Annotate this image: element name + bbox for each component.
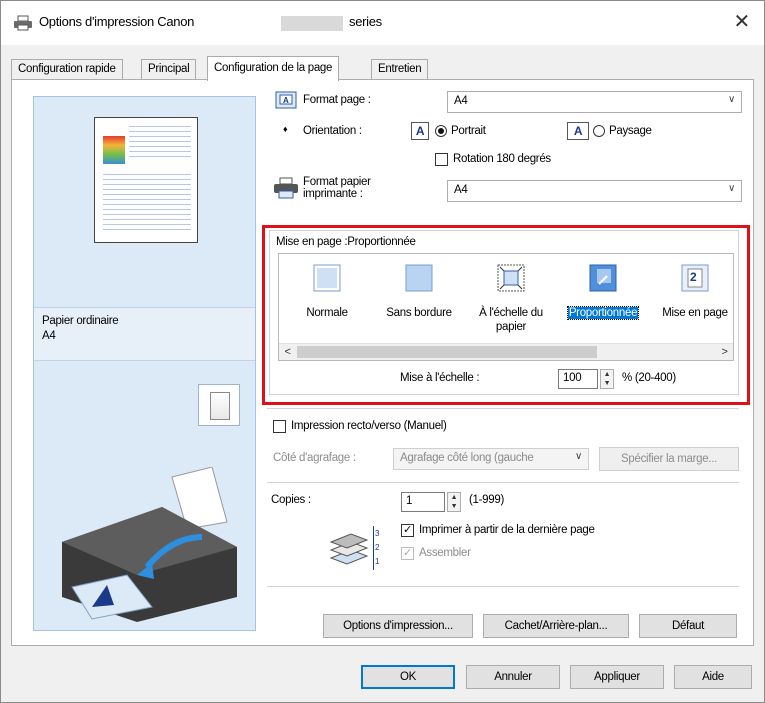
portrait-radio[interactable]: [435, 125, 447, 137]
preview-image-block: [103, 136, 125, 164]
svg-text:3: 3: [375, 529, 380, 538]
settings-column: A Format page : A4 ∨ ♦ Orientation : A Po…: [267, 80, 747, 645]
layout-scaled-icon: [589, 264, 617, 292]
page-layout-title: Mise en page :Proportionnée: [276, 236, 416, 248]
duplex-checkbox[interactable]: [273, 420, 286, 433]
defaults-button[interactable]: Défaut: [639, 614, 737, 638]
redacted-model-name: [281, 16, 343, 31]
stamp-background-button[interactable]: Cachet/Arrière-plan...: [483, 614, 629, 638]
layout-item-label: Sans bordure: [386, 307, 452, 319]
copies-range-text: (1-999): [469, 494, 504, 506]
landscape-orientation-icon: A: [567, 122, 589, 140]
scaling-range-text: % (20-400): [622, 372, 676, 384]
print-options-button[interactable]: Options d'impression...: [323, 614, 473, 638]
window-title-suffix: series: [349, 14, 382, 29]
stapling-side-label: Côté d'agrafage :: [273, 452, 356, 464]
layout-item-label: Proportionnée: [566, 306, 640, 320]
layout-item-borderless[interactable]: Sans bordure: [375, 260, 463, 342]
reverse-order-checkbox[interactable]: ✓: [401, 524, 414, 537]
page-preview-thumbnail: [94, 117, 198, 243]
collate-checkbox[interactable]: ✓: [401, 547, 414, 560]
printer-icon: [14, 15, 32, 31]
orientation-label: Orientation :: [303, 125, 362, 137]
layout-borderless-icon: [405, 264, 433, 292]
scaling-label: Mise à l'échelle :: [400, 372, 480, 384]
layout-horizontal-scrollbar[interactable]: < >: [279, 343, 733, 360]
layout-normal-icon: [313, 264, 341, 292]
page-setup-panel: Papier ordinaire A4 A Format page : A4 ∨…: [11, 79, 754, 646]
layout-item-page-layout[interactable]: 2 Mise en page: [651, 260, 733, 342]
apply-button[interactable]: Appliquer: [570, 665, 664, 689]
layout-item-scaled[interactable]: Proportionnée: [559, 260, 647, 342]
rotate-180-label[interactable]: Rotation 180 degrés: [453, 153, 551, 165]
page-size-label: Format page :: [303, 94, 371, 106]
copies-stepper-icon[interactable]: ▲ ▼: [447, 492, 461, 512]
chevron-down-icon: ∨: [727, 183, 735, 194]
stapling-side-select[interactable]: Agrafage côté long (gauche ∨: [393, 448, 589, 470]
svg-text:2: 2: [375, 543, 380, 552]
landscape-radio[interactable]: [593, 125, 605, 137]
scrollbar-thumb[interactable]: [297, 346, 597, 358]
scroll-left-icon[interactable]: <: [279, 344, 296, 360]
tab-main[interactable]: Principal: [141, 59, 197, 80]
collate-pages-icon: 3 2 1: [329, 526, 380, 570]
printer-illustration-icon: [62, 467, 237, 622]
svg-text:1: 1: [375, 557, 380, 566]
svg-text:A: A: [283, 96, 289, 105]
landscape-label[interactable]: Paysage: [609, 125, 652, 137]
printer-paper-size-label: Format papier imprimante :: [303, 176, 371, 200]
copies-label: Copies :: [271, 494, 311, 506]
title-bar: Options d'impression Canon series ✕: [1, 1, 764, 45]
portrait-label[interactable]: Portrait: [451, 125, 486, 137]
help-button[interactable]: Aide: [674, 665, 752, 689]
preview-area: Papier ordinaire A4: [33, 96, 256, 631]
layout-item-label: À l'échelle du papier: [479, 307, 543, 333]
collate-label[interactable]: Assembler: [419, 547, 471, 559]
layout-item-normal[interactable]: Normale: [283, 260, 371, 342]
layout-item-fit-to-page[interactable]: À l'échelle du papier: [467, 260, 555, 342]
tab-quick-setup[interactable]: Configuration rapide: [11, 59, 123, 80]
window-title: Options d'impression Canon: [39, 14, 195, 29]
printer-paper-size-select[interactable]: A4 ∨: [447, 180, 742, 202]
cancel-button[interactable]: Annuler: [466, 665, 560, 689]
layout-item-label: Normale: [306, 307, 348, 319]
scaling-stepper-icon[interactable]: ▲ ▼: [600, 369, 614, 389]
duplex-label[interactable]: Impression recto/verso (Manuel): [291, 420, 447, 432]
rotate-180-checkbox[interactable]: [435, 153, 448, 166]
layout-pages-count: 2: [690, 270, 697, 284]
specify-margin-button[interactable]: Spécifier la marge...: [599, 447, 739, 471]
paper-source-icon[interactable]: [198, 384, 240, 426]
chevron-down-icon: ∨: [727, 94, 735, 105]
layout-item-label: Mise en page: [662, 307, 728, 319]
media-size-text: A4: [42, 330, 56, 342]
media-type-text: Papier ordinaire: [42, 315, 119, 327]
reverse-order-label[interactable]: Imprimer à partir de la dernière page: [419, 524, 595, 536]
ok-button[interactable]: OK: [361, 665, 455, 689]
page-size-icon: A: [275, 91, 297, 109]
tab-page-setup[interactable]: Configuration de la page: [207, 56, 340, 81]
print-options-dialog: Options d'impression Canon series ✕ Conf…: [0, 0, 765, 703]
page-size-select[interactable]: A4 ∨: [447, 91, 742, 113]
scroll-right-icon[interactable]: >: [716, 344, 733, 360]
printer-paper-size-icon: [274, 177, 298, 199]
tab-maintenance[interactable]: Entretien: [371, 59, 429, 80]
scaling-input[interactable]: 100: [558, 369, 598, 389]
layout-fit-to-page-icon: [497, 264, 525, 292]
copies-input[interactable]: 1: [401, 492, 445, 512]
chevron-down-icon: ∨: [574, 451, 582, 462]
page-layout-group: Mise en page :Proportionnée Normale Sans…: [269, 230, 739, 395]
portrait-orientation-icon: A: [411, 122, 429, 140]
bullet-icon: ♦: [283, 124, 288, 134]
close-icon[interactable]: ✕: [734, 9, 751, 34]
page-layout-list[interactable]: Normale Sans bordure À l'échelle du papie…: [278, 253, 734, 361]
media-info-box: Papier ordinaire A4: [34, 307, 255, 361]
